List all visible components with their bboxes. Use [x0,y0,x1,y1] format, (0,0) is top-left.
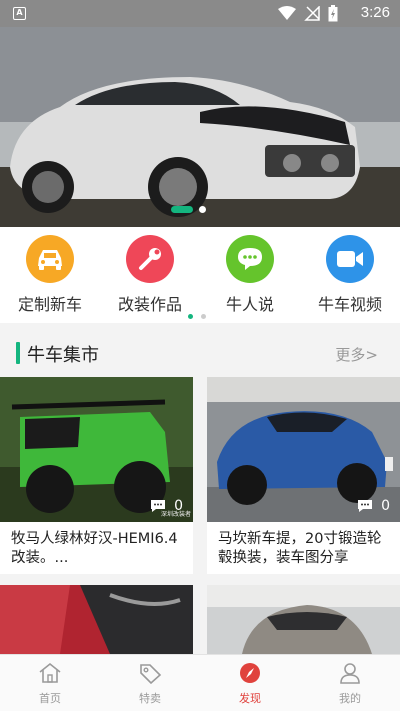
category-menu: 定制新车 改装作品 牛人说 牛车视频 [0,227,400,323]
card-image [207,585,400,654]
menu-page-indicator [188,314,206,319]
battery-charging-icon [328,5,338,22]
section-title: 牛车集市 [27,345,99,366]
menu-item-label: 牛车视频 [317,295,382,314]
system-icons [278,5,338,22]
tab-mine[interactable]: 我的 [300,655,400,711]
tab-label: 特卖 [139,692,161,705]
product-card[interactable]: 0 深圳改装者 牧马人绿林好汉-HEMI6.4改装。... [0,377,193,574]
comment-count: 0 [381,498,390,514]
tab-sale[interactable]: 特卖 [100,655,200,711]
card-title: 马坎新车提，20寸锻造轮毂换装，装车图分享 [218,531,382,566]
tab-label: 首页 [39,692,61,705]
product-card[interactable] [0,585,193,654]
tab-home[interactable]: 首页 [0,655,100,711]
card-title: 牧马人绿林好汉-HEMI6.4改装。... [11,531,178,566]
wifi-icon [278,6,296,20]
carousel-dot-active[interactable] [171,206,193,213]
car-icon [26,235,74,283]
wrench-icon [126,235,174,283]
card-image [0,585,193,654]
menu-item-label: 定制新车 [17,295,82,314]
tab-label: 我的 [339,692,361,705]
page-dot [201,314,206,319]
menu-item-modified-works[interactable]: 改装作品 [100,235,200,315]
product-card[interactable] [207,585,400,654]
menu-item-custom-car[interactable]: 定制新车 [0,235,100,315]
card-image: 0 深圳改装者 [0,377,193,522]
app-notification-icon: A [13,7,26,20]
product-card[interactable]: 0 马坎新车提，20寸锻造轮毂换装，装车图分享 [207,377,400,574]
comment-icon [358,500,373,512]
chat-icon [226,235,274,283]
status-bar: A 3:26 [0,0,400,27]
home-icon [39,662,61,683]
bottom-tab-bar: 首页 特卖 发现 我的 [0,654,400,711]
no-signal-icon [304,6,320,21]
status-time: 3:26 [360,4,390,21]
video-icon [326,235,374,283]
section-header: 牛车集市 更多> [0,331,400,373]
menu-item-car-video[interactable]: 牛车视频 [300,235,400,315]
more-link[interactable]: 更多> [335,344,378,365]
banner-carousel[interactable] [0,27,400,227]
user-icon [340,663,360,684]
carousel-dot[interactable] [199,206,206,213]
section-accent-bar [16,342,20,364]
menu-item-label: 改装作品 [117,295,182,314]
menu-item-expert-talk[interactable]: 牛人说 [200,235,300,315]
carousel-indicator [171,206,206,213]
compass-icon [240,663,260,683]
banner-car-image [0,27,400,227]
card-image: 0 [207,377,400,522]
page-dot-active [188,314,193,319]
tab-discover[interactable]: 发现 [200,655,300,711]
tab-label: 发现 [239,692,261,705]
image-watermark: 深圳改装者 [160,511,191,518]
menu-item-label: 牛人说 [225,295,274,314]
card-comments: 0 [357,498,390,514]
tag-icon [140,664,162,685]
